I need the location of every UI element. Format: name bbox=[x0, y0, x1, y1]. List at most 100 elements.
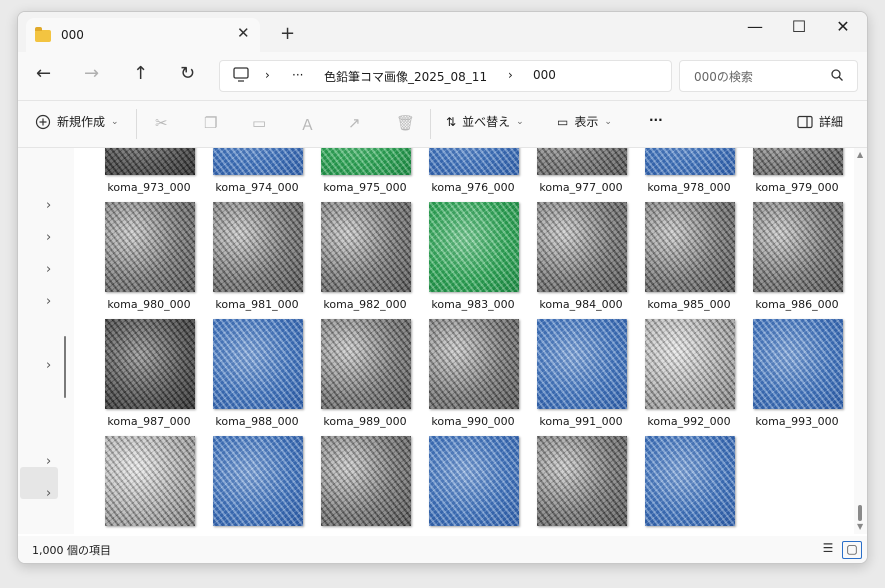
file-item[interactable]: koma_999_000 bbox=[635, 436, 743, 534]
expand-chevron-icon[interactable]: › bbox=[46, 294, 51, 309]
new-label: 新規作成 bbox=[57, 115, 106, 129]
selected-nav-item[interactable] bbox=[20, 467, 58, 499]
delete-icon[interactable]: 🗑 bbox=[396, 114, 415, 132]
details-view-icon[interactable]: ☰ bbox=[819, 541, 837, 557]
file-item[interactable]: koma_994_000 bbox=[95, 436, 203, 534]
file-thumbnail bbox=[213, 319, 303, 409]
expand-chevron-icon[interactable]: › bbox=[46, 198, 51, 213]
up-icon[interactable]: ↑ bbox=[133, 63, 148, 84]
details-pane-button[interactable]: 詳細 bbox=[797, 113, 843, 130]
file-name: koma_987_000 bbox=[107, 415, 191, 428]
vertical-scrollbar[interactable]: ▲ ▼ bbox=[854, 148, 867, 534]
file-name: koma_974_000 bbox=[215, 181, 299, 194]
file-item[interactable]: koma_981_000 bbox=[203, 202, 311, 320]
navigation-pane: › › › › › › › bbox=[18, 148, 74, 534]
file-item[interactable]: koma_991_000 bbox=[527, 319, 635, 437]
file-item[interactable]: koma_985_000 bbox=[635, 202, 743, 320]
file-item[interactable]: koma_977_000 bbox=[527, 148, 635, 203]
file-item[interactable]: koma_996_000 bbox=[311, 436, 419, 534]
file-item[interactable]: koma_993_000 bbox=[743, 319, 851, 437]
file-name: koma_999_000 bbox=[635, 532, 743, 534]
file-thumbnail bbox=[105, 202, 195, 292]
close-button[interactable]: ✕ bbox=[828, 17, 858, 36]
file-name: koma_978_000 bbox=[647, 181, 731, 194]
file-item[interactable]: koma_979_000 bbox=[743, 148, 851, 203]
file-thumbnail bbox=[105, 436, 195, 526]
paste-icon[interactable]: ▭ bbox=[252, 114, 266, 132]
maximize-button[interactable]: ☐ bbox=[784, 17, 814, 36]
new-button[interactable]: 新規作成 ⌄ bbox=[35, 113, 119, 130]
breadcrumb-parent[interactable]: 色鉛筆コマ画像_2025_08_11 bbox=[324, 68, 487, 85]
file-name: koma_995_000 bbox=[203, 532, 311, 534]
file-item[interactable]: koma_975_000 bbox=[311, 148, 419, 203]
tab-close-icon[interactable]: ✕ bbox=[237, 24, 250, 42]
expand-chevron-icon[interactable]: › bbox=[46, 454, 51, 469]
file-thumbnail bbox=[321, 202, 411, 292]
cut-icon[interactable]: ✂ bbox=[155, 114, 168, 132]
chevron-down-icon: ⌄ bbox=[111, 116, 119, 127]
copy-icon[interactable]: ❐ bbox=[204, 114, 217, 132]
nav-scrollbar[interactable] bbox=[64, 336, 66, 398]
refresh-icon[interactable]: ↻ bbox=[180, 63, 195, 84]
breadcrumb-more[interactable]: ··· bbox=[292, 68, 303, 82]
file-item[interactable]: koma_988_000 bbox=[203, 319, 311, 437]
details-pane-icon bbox=[797, 115, 813, 128]
file-item[interactable]: koma_973_000 bbox=[95, 148, 203, 203]
search-box[interactable]: 000の検索 bbox=[679, 60, 858, 92]
file-item[interactable]: koma_987_000 bbox=[95, 319, 203, 437]
file-thumbnail bbox=[213, 148, 303, 175]
file-item[interactable]: koma_998_000 bbox=[527, 436, 635, 534]
minimize-button[interactable]: — bbox=[740, 17, 770, 36]
details-label: 詳細 bbox=[819, 115, 844, 129]
file-name: koma_986_000 bbox=[755, 298, 839, 311]
file-explorer-window: 000 ✕ + — ☐ ✕ ← → ↑ ↻ › ··· 色鉛筆コマ画像_2025… bbox=[17, 11, 868, 564]
view-label: 表示 bbox=[574, 115, 599, 129]
file-thumbnail bbox=[429, 436, 519, 526]
more-options-button[interactable]: ··· bbox=[649, 113, 663, 127]
large-icons-view-icon[interactable]: ▢ bbox=[842, 541, 862, 559]
file-name: koma_973_000 bbox=[107, 181, 191, 194]
new-tab-icon[interactable]: + bbox=[280, 23, 295, 44]
pc-icon bbox=[233, 65, 249, 86]
file-name: koma_994_000 bbox=[95, 532, 203, 534]
view-button[interactable]: ▭ 表示 ⌄ bbox=[557, 113, 612, 130]
back-icon[interactable]: ← bbox=[36, 63, 51, 84]
address-bar[interactable]: › ··· 色鉛筆コマ画像_2025_08_11 › 000 bbox=[219, 60, 672, 92]
breadcrumb-separator[interactable]: › bbox=[508, 68, 513, 82]
file-thumbnail bbox=[645, 148, 735, 175]
file-item[interactable]: koma_978_000 bbox=[635, 148, 743, 203]
scroll-down-icon[interactable]: ▼ bbox=[857, 522, 863, 531]
chevron-down-icon: ⌄ bbox=[516, 116, 524, 127]
file-item[interactable]: koma_990_000 bbox=[419, 319, 527, 437]
scroll-up-icon[interactable]: ▲ bbox=[857, 150, 863, 159]
file-item[interactable]: koma_995_000 bbox=[203, 436, 311, 534]
file-item[interactable]: koma_974_000 bbox=[203, 148, 311, 203]
file-item[interactable]: koma_992_000 bbox=[635, 319, 743, 437]
sort-button[interactable]: ⇅ 並べ替え ⌄ bbox=[446, 113, 524, 130]
breadcrumb-current[interactable]: 000 bbox=[533, 68, 556, 82]
sort-label: 並べ替え bbox=[462, 115, 511, 129]
file-item[interactable]: koma_986_000 bbox=[743, 202, 851, 320]
tab-000[interactable]: 000 ✕ bbox=[26, 18, 260, 52]
file-item[interactable]: koma_982_000 bbox=[311, 202, 419, 320]
file-item[interactable]: koma_976_000 bbox=[419, 148, 527, 203]
file-item[interactable]: koma_984_000 bbox=[527, 202, 635, 320]
forward-icon[interactable]: → bbox=[84, 63, 99, 84]
rename-icon[interactable]: Ａ bbox=[300, 114, 315, 135]
file-item[interactable]: koma_980_000 bbox=[95, 202, 203, 320]
file-item[interactable]: koma_989_000 bbox=[311, 319, 419, 437]
file-thumbnail bbox=[753, 148, 843, 175]
expand-chevron-icon[interactable]: › bbox=[46, 486, 51, 501]
file-item[interactable]: koma_997_000 bbox=[419, 436, 527, 534]
expand-chevron-icon[interactable]: › bbox=[46, 358, 51, 373]
search-input[interactable]: 000の検索 bbox=[694, 68, 753, 85]
file-thumbnail bbox=[429, 148, 519, 175]
tab-title: 000 bbox=[61, 28, 84, 42]
file-thumbnail bbox=[321, 148, 411, 175]
breadcrumb-separator[interactable]: › bbox=[265, 68, 270, 82]
expand-chevron-icon[interactable]: › bbox=[46, 262, 51, 277]
scrollbar-thumb[interactable] bbox=[858, 505, 862, 521]
share-icon[interactable]: ↗ bbox=[348, 114, 361, 132]
file-item[interactable]: koma_983_000 bbox=[419, 202, 527, 320]
expand-chevron-icon[interactable]: › bbox=[46, 230, 51, 245]
